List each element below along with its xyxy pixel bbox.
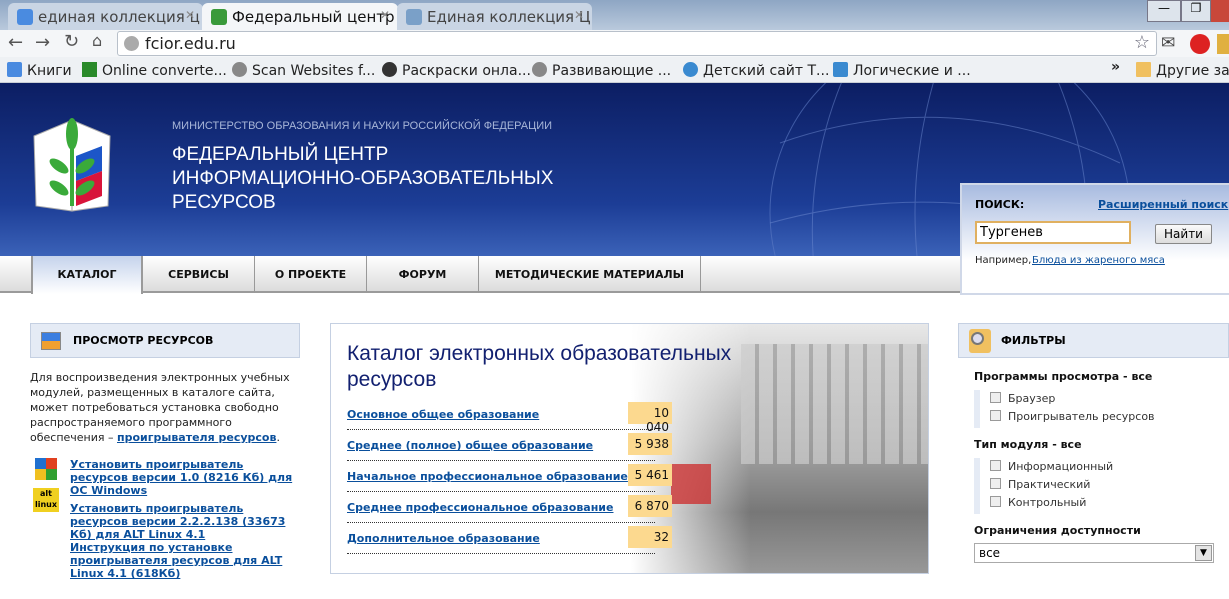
browser-tab-bar: единая коллекция ц ✕ Федеральный центр ✕ Е… xyxy=(0,0,1229,30)
extension-icon[interactable] xyxy=(1217,34,1229,54)
coloring-icon xyxy=(382,62,397,77)
catalog-link[interactable]: Среднее профессиональное образование xyxy=(347,501,613,514)
browser-tab[interactable]: Единая коллекция Ц ✕ xyxy=(397,3,592,30)
bookmarks-bar: Книги Online converte... Scan Websites f… xyxy=(0,57,1229,83)
close-tab-icon[interactable]: ✕ xyxy=(380,8,390,22)
catalog-link[interactable]: Среднее (полное) общее образование xyxy=(347,439,593,452)
nav-methodical[interactable]: МЕТОДИЧЕСКИЕ МАТЕРИАЛЫ xyxy=(479,256,701,293)
nav-services[interactable]: СЕРВИСЫ xyxy=(143,256,255,293)
player-link[interactable]: проигрывателя ресурсов xyxy=(117,431,276,444)
gmail-icon[interactable]: ✉ xyxy=(1161,33,1175,53)
windows-icon xyxy=(35,458,57,480)
close-tab-icon[interactable]: ✕ xyxy=(185,8,195,22)
search-button[interactable]: Найти xyxy=(1155,224,1212,244)
linux-instruction-link[interactable]: Инструкция по установке проигрывателя ре… xyxy=(70,541,300,580)
bookmark[interactable]: Логические и ... xyxy=(833,62,971,79)
bookmark[interactable]: Детский сайт Т... xyxy=(683,62,829,79)
browser-tab-active[interactable]: Федеральный центр ✕ xyxy=(202,3,398,30)
back-icon[interactable]: ← xyxy=(8,32,23,53)
bookmark[interactable]: Scan Websites f... xyxy=(232,62,375,79)
forward-icon[interactable]: → xyxy=(35,32,50,53)
close-window-button[interactable] xyxy=(1211,0,1229,22)
site-title: ФЕДЕРАЛЬНЫЙ ЦЕНТР ИНФОРМАЦИОННО-ОБРАЗОВА… xyxy=(172,144,554,213)
checkbox[interactable] xyxy=(990,410,1001,421)
viewer-description: Для воспроизведения электронных учебных … xyxy=(30,371,290,444)
catalog-box: Каталог электронных образовательных ресу… xyxy=(330,323,929,574)
site-favicon-icon xyxy=(211,9,227,25)
panel-header: ПРОСМОТР РЕСУРСОВ xyxy=(30,323,300,358)
bookmark[interactable]: Online converte... xyxy=(82,62,227,79)
catalog-title: Каталог электронных образовательных ресу… xyxy=(347,342,732,391)
globe-icon xyxy=(532,62,547,77)
nav-catalog[interactable]: КАТАЛОГ xyxy=(31,256,143,294)
star-icon[interactable]: ☆ xyxy=(1134,32,1150,53)
filter-option[interactable]: Информационный xyxy=(990,460,1229,478)
adblock-icon[interactable] xyxy=(1190,34,1210,54)
install-windows-link[interactable]: Установить проигрыватель ресурсов версии… xyxy=(70,458,300,497)
access-select[interactable]: все ▼ xyxy=(974,543,1214,563)
filters-panel: ФИЛЬТРЫ Программы просмотра - все Браузе… xyxy=(958,323,1229,563)
advanced-search-link[interactable]: Расширенный поиск xyxy=(1098,198,1228,211)
alt-linux-icon: alt linux xyxy=(33,488,59,512)
home-icon[interactable]: ⌂ xyxy=(92,31,102,50)
checkbox[interactable] xyxy=(990,496,1001,507)
checkbox[interactable] xyxy=(990,460,1001,471)
checkbox[interactable] xyxy=(990,392,1001,403)
nav-about[interactable]: О ПРОЕКТЕ xyxy=(255,256,367,293)
catalog-row: Начальное профессиональное образование 5 … xyxy=(347,464,672,492)
browser-toolbar: ← → ↻ ⌂ fcior.edu.ru ☆ ✉ xyxy=(0,30,1229,57)
minimize-button[interactable]: — xyxy=(1147,0,1181,22)
catalog-row: Среднее профессиональное образование 6 87… xyxy=(347,495,672,523)
catalog-link[interactable]: Начальное профессиональное образование xyxy=(347,470,628,483)
bird-icon xyxy=(683,62,698,77)
catalog-row: Среднее (полное) общее образование 5 938 xyxy=(347,433,672,461)
converter-icon xyxy=(82,62,97,77)
monitor-icon xyxy=(41,332,61,350)
catalog-row: Основное общее образование 10 040 xyxy=(347,402,672,434)
folder-icon xyxy=(1136,62,1151,77)
filter-option[interactable]: Контрольный xyxy=(990,496,1229,514)
collection-icon xyxy=(406,9,422,25)
bookmark[interactable]: Развивающие ... xyxy=(532,62,671,79)
install-linux-link[interactable]: Установить проигрыватель ресурсов версии… xyxy=(70,502,300,541)
panel-header: ФИЛЬТРЫ xyxy=(958,323,1229,358)
bookmark[interactable]: Раскраски онла... xyxy=(382,62,531,79)
site-logo[interactable] xyxy=(32,116,112,221)
filter-option[interactable]: Браузер xyxy=(990,392,1229,410)
browser-tab[interactable]: единая коллекция ц ✕ xyxy=(8,3,203,30)
globe-icon xyxy=(232,62,247,77)
search-input[interactable] xyxy=(975,221,1131,244)
nav-forum[interactable]: ФОРУМ xyxy=(367,256,479,293)
reload-icon[interactable]: ↻ xyxy=(64,31,79,52)
checkbox[interactable] xyxy=(990,478,1001,489)
search-panel: ПОИСК: Расширенный поиск Найти Например,… xyxy=(960,183,1229,295)
bookmark[interactable]: Книги xyxy=(7,62,72,79)
folder-search-icon xyxy=(969,329,991,353)
search-example-link[interactable]: Блюда из жареного мяса xyxy=(1032,255,1165,266)
catalog-row: Дополнительное образование 32 xyxy=(347,526,672,554)
ministry-name: МИНИСТЕРСТВО ОБРАЗОВАНИЯ И НАУКИ РОССИЙС… xyxy=(172,120,553,132)
catalog-link[interactable]: Дополнительное образование xyxy=(347,532,540,545)
bus-image xyxy=(671,464,711,504)
other-bookmarks[interactable]: Другие закладки xyxy=(1136,62,1229,79)
address-bar[interactable]: fcior.edu.ru ☆ xyxy=(117,31,1157,56)
catalog-link[interactable]: Основное общее образование xyxy=(347,408,539,421)
google-icon xyxy=(7,62,22,77)
globe-icon xyxy=(124,36,139,51)
close-tab-icon[interactable]: ✕ xyxy=(574,8,584,22)
filter-option[interactable]: Практический xyxy=(990,478,1229,496)
google-icon xyxy=(17,9,33,25)
resource-viewer-panel: ПРОСМОТР РЕСУРСОВ Для воспроизведения эл… xyxy=(30,323,300,580)
more-bookmarks-button[interactable]: » xyxy=(1111,59,1120,75)
chevron-down-icon[interactable]: ▼ xyxy=(1195,545,1212,561)
balloon-icon xyxy=(833,62,848,77)
filter-option[interactable]: Проигрыватель ресурсов xyxy=(990,410,1229,428)
restore-button[interactable]: ❐ xyxy=(1181,0,1211,22)
